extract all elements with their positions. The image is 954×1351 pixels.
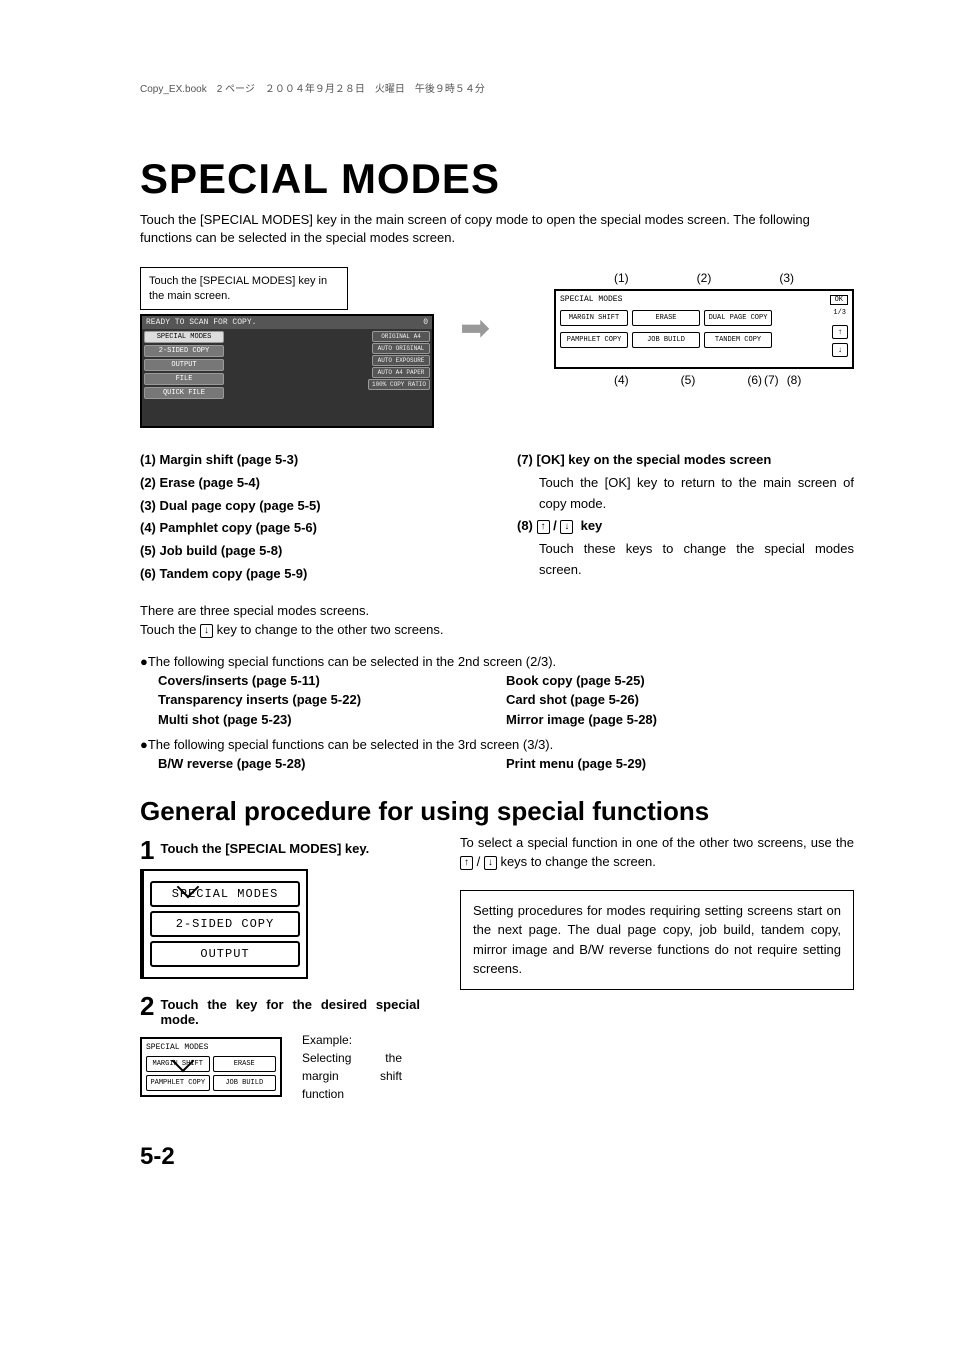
- ms3-job-build[interactable]: JOB BUILD: [213, 1075, 277, 1091]
- page-title: SPECIAL MODES: [140, 155, 854, 203]
- intro-text: Touch the [SPECIAL MODES] key in the mai…: [140, 211, 854, 247]
- step2-text: Touch the key for the desired special mo…: [160, 993, 420, 1027]
- screen2-right-list: Book copy (page 5-25) Card shot (page 5-…: [506, 671, 854, 730]
- example-text: Example: Selecting the margin shift func…: [302, 1031, 402, 1103]
- item-7: (7) [OK] key on the special modes screen: [517, 450, 854, 471]
- topbar-left: READY TO SCAN FOR COPY.: [146, 318, 256, 327]
- item-7-sub: Touch the [OK] key to return to the main…: [539, 473, 854, 515]
- label-8: (8): [787, 373, 802, 387]
- btn-job-build[interactable]: JOB BUILD: [632, 332, 700, 348]
- label-4: (4): [614, 373, 629, 387]
- disp-exposure: AUTO EXPOSURE: [372, 355, 430, 366]
- btn-dual-page[interactable]: DUAL PAGE COPY: [704, 310, 772, 326]
- up-arrow-key[interactable]: ↑: [832, 325, 848, 339]
- item-6: (6) Tandem copy (page 5-9): [140, 564, 477, 585]
- ms2-special-modes[interactable]: SPECIAL MODES: [150, 881, 300, 907]
- screen3-left-list: B/W reverse (page 5-28): [158, 754, 506, 774]
- step1-screen: SPECIAL MODES 2-SIDED COPY OUTPUT: [140, 869, 308, 979]
- key-file[interactable]: FILE: [144, 373, 224, 385]
- down-arrow-key[interactable]: ↓: [832, 343, 848, 357]
- step1-text: Touch the [SPECIAL MODES] key.: [160, 837, 369, 856]
- label-6: (6): [747, 373, 762, 387]
- step1-num: 1: [140, 837, 154, 863]
- ms3-margin-shift[interactable]: MARGIN SHIFT: [146, 1056, 210, 1072]
- btn-margin-shift[interactable]: MARGIN SHIFT: [560, 310, 628, 326]
- btn-tandem[interactable]: TANDEM COPY: [704, 332, 772, 348]
- screen2-left-list: Covers/inserts (page 5-11) Transparency …: [158, 671, 506, 730]
- down-key-icon: ↓: [484, 856, 497, 870]
- screen3-lead: ●The following special functions can be …: [140, 737, 854, 752]
- up-key-icon: ↑: [537, 520, 550, 534]
- header-meta: Copy_EX.book 2 ページ ２００４年９月２８日 火曜日 午後９時５４…: [140, 80, 854, 95]
- label-2: (2): [697, 271, 712, 285]
- item-8-sub: Touch these keys to change the special m…: [539, 539, 854, 581]
- disp-paper: AUTO A4 PAPER: [372, 367, 430, 378]
- key-output[interactable]: OUTPUT: [144, 359, 224, 371]
- page-indicator: 1/3: [833, 309, 846, 317]
- item-3: (3) Dual page copy (page 5-5): [140, 496, 477, 517]
- disp-auto-original: AUTO ORIGINAL: [372, 343, 430, 354]
- key-2sided[interactable]: 2-SIDED COPY: [144, 345, 224, 357]
- label-3: (3): [779, 271, 794, 285]
- main-copy-screen: READY TO SCAN FOR COPY. 0 SPECIAL MODES …: [140, 314, 434, 428]
- screen3-right-list: Print menu (page 5-29): [506, 754, 854, 774]
- page-number: 5-2: [140, 1143, 854, 1171]
- label-1: (1): [614, 271, 629, 285]
- item-5: (5) Job build (page 5-8): [140, 541, 477, 562]
- ms3-erase[interactable]: ERASE: [213, 1056, 277, 1072]
- down-key-icon: ↓: [560, 520, 573, 534]
- step2-screen: SPECIAL MODES MARGIN SHIFT ERASE PAMPHLE…: [140, 1037, 282, 1097]
- ms2-output[interactable]: OUTPUT: [150, 941, 300, 967]
- info-box: Setting procedures for modes requiring s…: [460, 890, 854, 990]
- ms3-pamphlet[interactable]: PAMPHLET COPY: [146, 1075, 210, 1091]
- sm-title: SPECIAL MODES: [560, 295, 848, 304]
- step2-num: 2: [140, 993, 154, 1019]
- ok-button[interactable]: OK: [830, 295, 848, 305]
- special-modes-screen: SPECIAL MODES OK 1/3 ↑ ↓ MARGIN SHIFT ER…: [554, 289, 854, 369]
- disp-original: ORIGINAL A4: [372, 331, 430, 342]
- up-key-icon: ↑: [460, 856, 473, 870]
- key-quick-file[interactable]: QUICK FILE: [144, 387, 224, 399]
- item-2: (2) Erase (page 5-4): [140, 473, 477, 494]
- ms2-2sided[interactable]: 2-SIDED COPY: [150, 911, 300, 937]
- label-5: (5): [681, 373, 696, 387]
- btn-pamphlet[interactable]: PAMPHLET COPY: [560, 332, 628, 348]
- disp-ratio: 100% COPY RATIO: [368, 379, 430, 390]
- btn-erase[interactable]: ERASE: [632, 310, 700, 326]
- screen2-lead: ●The following special functions can be …: [140, 654, 854, 669]
- arrow-icon: ➡: [454, 267, 496, 349]
- item-8: (8) ↑ / ↓ key: [517, 516, 854, 537]
- down-key-icon: ↓: [200, 624, 213, 638]
- proc-right-text: To select a special function in one of t…: [460, 833, 854, 872]
- subtitle: General procedure for using special func…: [140, 796, 854, 827]
- item-1: (1) Margin shift (page 5-3): [140, 450, 477, 471]
- topbar-right: 0: [423, 318, 428, 327]
- item-4: (4) Pamphlet copy (page 5-6): [140, 518, 477, 539]
- label-7: (7): [764, 373, 779, 387]
- key-special-modes[interactable]: SPECIAL MODES: [144, 331, 224, 343]
- note-three-screens: There are three special modes screens. T…: [140, 601, 854, 640]
- ms3-title: SPECIAL MODES: [146, 1043, 276, 1052]
- callout-box: Touch the [SPECIAL MODES] key in the mai…: [140, 267, 348, 310]
